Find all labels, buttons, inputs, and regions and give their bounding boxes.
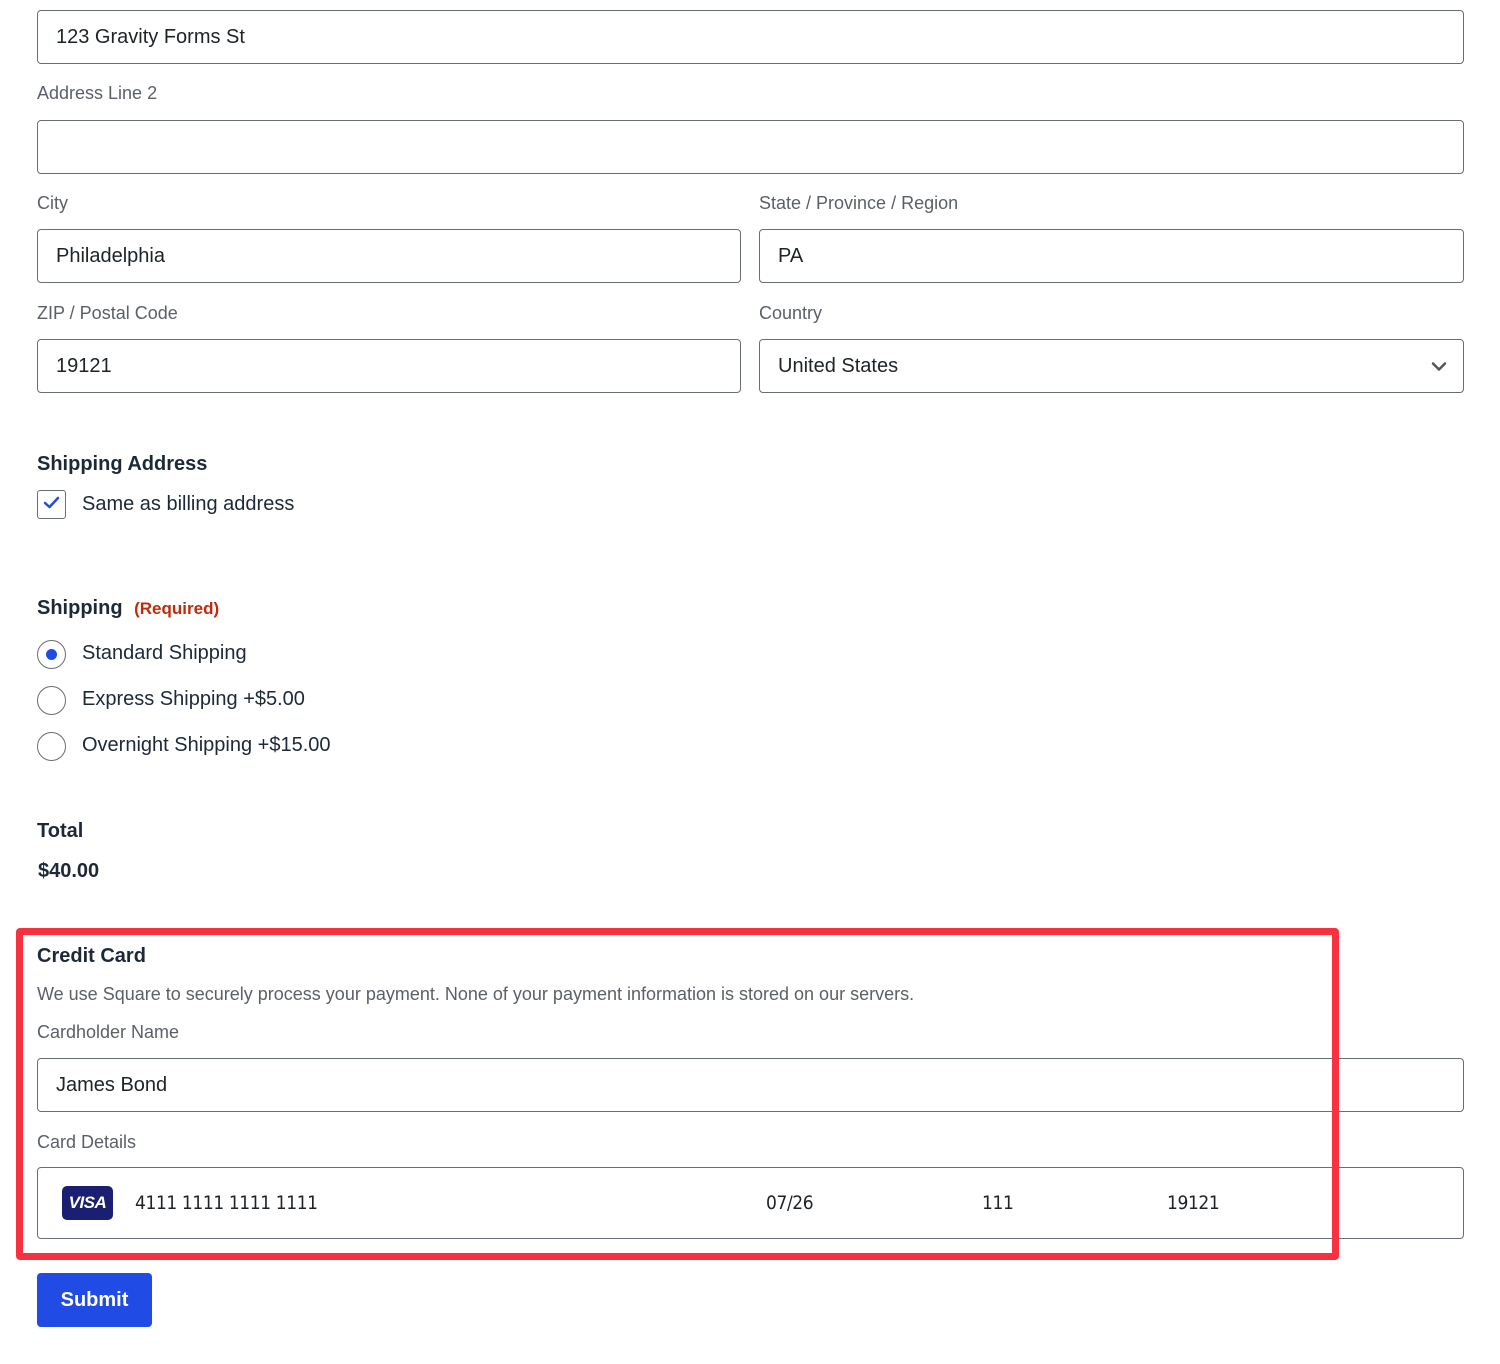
city-value: Philadelphia bbox=[56, 244, 165, 267]
zip-input[interactable]: 19121 bbox=[37, 339, 741, 393]
card-number-input[interactable]: 4111 1111 1111 1111 bbox=[135, 1192, 318, 1214]
zip-label: ZIP / Postal Code bbox=[37, 303, 178, 323]
overnight-shipping-label[interactable]: Overnight Shipping +$15.00 bbox=[82, 734, 331, 757]
card-expiry-input[interactable]: 07/26 bbox=[766, 1192, 814, 1214]
standard-shipping-label[interactable]: Standard Shipping bbox=[82, 642, 247, 665]
total-heading: Total bbox=[37, 820, 84, 842]
country-value: United States bbox=[778, 354, 899, 377]
express-shipping-label[interactable]: Express Shipping +$5.00 bbox=[82, 688, 305, 711]
zip-value: 19121 bbox=[56, 354, 112, 377]
shipping-heading: Shipping (Required) bbox=[37, 597, 219, 620]
shipping-address-heading: Shipping Address bbox=[37, 453, 208, 475]
credit-card-description: We use Square to securely process your p… bbox=[37, 984, 915, 1004]
visa-card-icon: VISA bbox=[62, 1186, 113, 1220]
radio-overnight-shipping[interactable] bbox=[37, 732, 66, 761]
address-line-1-input[interactable]: 123 Gravity Forms St bbox=[37, 10, 1464, 64]
radio-standard-shipping[interactable] bbox=[37, 640, 66, 669]
card-cvv-input[interactable]: 111 bbox=[982, 1192, 1014, 1214]
card-postal-code-input[interactable]: 19121 bbox=[1167, 1192, 1220, 1214]
chevron-down-icon bbox=[1431, 355, 1447, 378]
same-as-billing-label[interactable]: Same as billing address bbox=[82, 493, 294, 516]
checkmark-icon bbox=[43, 496, 60, 514]
state-value: PA bbox=[778, 244, 804, 267]
address-line-1-value: 123 Gravity Forms St bbox=[56, 25, 245, 48]
country-select[interactable]: United States bbox=[759, 339, 1464, 393]
same-as-billing-checkbox[interactable] bbox=[37, 490, 66, 519]
cardholder-name-input[interactable]: James Bond bbox=[37, 1058, 1464, 1112]
state-label: State / Province / Region bbox=[759, 193, 959, 213]
card-details-label: Card Details bbox=[37, 1132, 137, 1152]
submit-button[interactable]: Submit bbox=[37, 1273, 152, 1327]
shipping-heading-text: Shipping bbox=[37, 597, 123, 619]
country-label: Country bbox=[759, 303, 823, 323]
city-label: City bbox=[37, 193, 68, 213]
credit-card-heading: Credit Card bbox=[37, 945, 146, 967]
card-details-input[interactable]: VISA 4111 1111 1111 1111 07/26 111 19121 bbox=[37, 1167, 1464, 1239]
required-indicator: (Required) bbox=[134, 599, 220, 618]
radio-express-shipping[interactable] bbox=[37, 686, 66, 715]
cardholder-name-value: James Bond bbox=[56, 1073, 168, 1096]
cardholder-name-label: Cardholder Name bbox=[37, 1022, 180, 1042]
state-input[interactable]: PA bbox=[759, 229, 1464, 283]
radio-selected-dot bbox=[46, 649, 57, 660]
city-input[interactable]: Philadelphia bbox=[37, 229, 741, 283]
address-line-2-input[interactable] bbox=[37, 120, 1464, 174]
total-value: $40.00 bbox=[38, 860, 100, 882]
address-line-2-label: Address Line 2 bbox=[37, 83, 158, 103]
